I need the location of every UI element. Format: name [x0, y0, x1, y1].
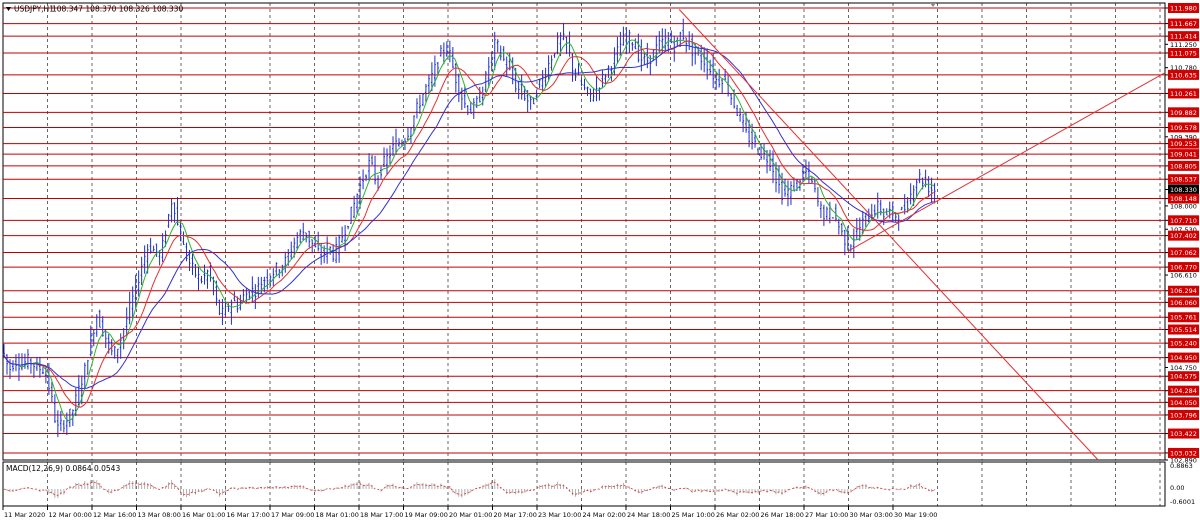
price-tick-label: 111.250 — [1170, 41, 1197, 49]
price-tick-label: 108.000 — [1170, 202, 1197, 210]
price-tick-label: 106.610 — [1170, 272, 1197, 280]
macd-axis-label: -0.6001 — [1170, 498, 1195, 506]
time-tick-label: 26 Mar 02:00 — [716, 511, 759, 519]
chart-header: USDJPY,H1 108.347 108.370 108.326 108.33… — [6, 5, 183, 14]
price-tick-label: 103.796 — [1170, 411, 1197, 419]
price-tick-label: 108.805 — [1170, 162, 1197, 170]
price-tick-label: 111.075 — [1170, 50, 1197, 58]
price-tick-label: 110.261 — [1170, 90, 1197, 98]
chart-background — [0, 0, 1200, 524]
time-tick-label: 12 Mar 16:00 — [93, 511, 136, 519]
price-tick-label: 109.253 — [1170, 140, 1197, 148]
time-tick-label: 11 Mar 2020 — [4, 511, 45, 519]
price-tick-label: 107.402 — [1170, 232, 1197, 240]
time-tick-label: 27 Mar 10:00 — [805, 511, 848, 519]
price-tick-label: 104.284 — [1170, 387, 1197, 395]
macd-label: MACD(12,26,9) 0.0864 0.0543 — [6, 464, 120, 473]
price-tick-label: 106.770 — [1170, 264, 1197, 272]
price-tick-label: 104.750 — [1170, 364, 1197, 372]
time-tick-label: 30 Mar 19:00 — [894, 511, 937, 519]
price-tick-label: 106.060 — [1170, 299, 1197, 307]
price-tick-label: 109.041 — [1170, 151, 1197, 159]
price-tick-label: 111.667 — [1170, 20, 1197, 28]
price-tick-label: 107.710 — [1170, 217, 1197, 225]
macd-axis-label: 0.8863 — [1170, 462, 1193, 470]
time-tick-label: 24 Mar 18:00 — [627, 511, 670, 519]
price-tick-label: 109.578 — [1170, 124, 1197, 132]
time-tick-label: 18 Mar 01:00 — [316, 511, 359, 519]
price-tick-label: 105.761 — [1170, 314, 1197, 322]
price-tick-label: 107.062 — [1170, 249, 1197, 257]
time-tick-label: 23 Mar 10:00 — [538, 511, 581, 519]
price-tick-label: 104.575 — [1170, 373, 1197, 381]
time-tick-label: 30 Mar 03:00 — [850, 511, 893, 519]
chart-window[interactable]: 111.980 111.667 111.414 111.250 111.075 110.7… — [0, 0, 1200, 524]
price-tick-label: 104.950 — [1170, 354, 1197, 362]
price-tick-label: 103.422 — [1170, 430, 1197, 438]
price-tick-label: 111.414 — [1170, 33, 1197, 41]
time-tick-label: 12 Mar 00:00 — [49, 511, 92, 519]
price-tick-label: 109.882 — [1170, 109, 1197, 117]
price-axis[interactable]: 111.980111.667111.414111.250111.075110.7… — [1165, 3, 1199, 506]
time-tick-label: 26 Mar 18:00 — [761, 511, 804, 519]
time-tick-label: 19 Mar 09:00 — [405, 511, 448, 519]
price-tick-label: 105.514 — [1170, 326, 1197, 334]
time-tick-label: 16 Mar 01:00 — [182, 511, 225, 519]
chart-canvas[interactable]: 111.980111.667111.414111.250111.075110.7… — [0, 0, 1200, 524]
symbol-label: USDJPY,H1 — [14, 5, 54, 14]
price-tick-label: 110.635 — [1170, 71, 1197, 79]
price-tick-label: 111.980 — [1170, 5, 1197, 13]
price-tick-label: 105.240 — [1170, 340, 1197, 348]
time-tick-label: 18 Mar 17:00 — [360, 511, 403, 519]
time-tick-label: 20 Mar 17:00 — [494, 511, 537, 519]
time-tick-label: 17 Mar 09:00 — [271, 511, 314, 519]
time-tick-label: 25 Mar 10:00 — [672, 511, 715, 519]
price-tick-label: 106.294 — [1170, 287, 1197, 295]
time-tick-label: 20 Mar 01:00 — [449, 511, 492, 519]
time-tick-label: 16 Mar 17:00 — [227, 511, 270, 519]
ohlc-values: 108.347 108.370 108.326 108.330 — [52, 5, 183, 14]
price-tick-label: 108.330 — [1170, 186, 1197, 194]
macd-axis-label: 0.00 — [1170, 484, 1184, 492]
price-tick-label: 104.050 — [1170, 399, 1197, 407]
time-tick-label: 13 Mar 08:00 — [138, 511, 181, 519]
time-tick-label: 24 Mar 02:00 — [583, 511, 626, 519]
price-tick-label: 108.537 — [1170, 176, 1197, 184]
